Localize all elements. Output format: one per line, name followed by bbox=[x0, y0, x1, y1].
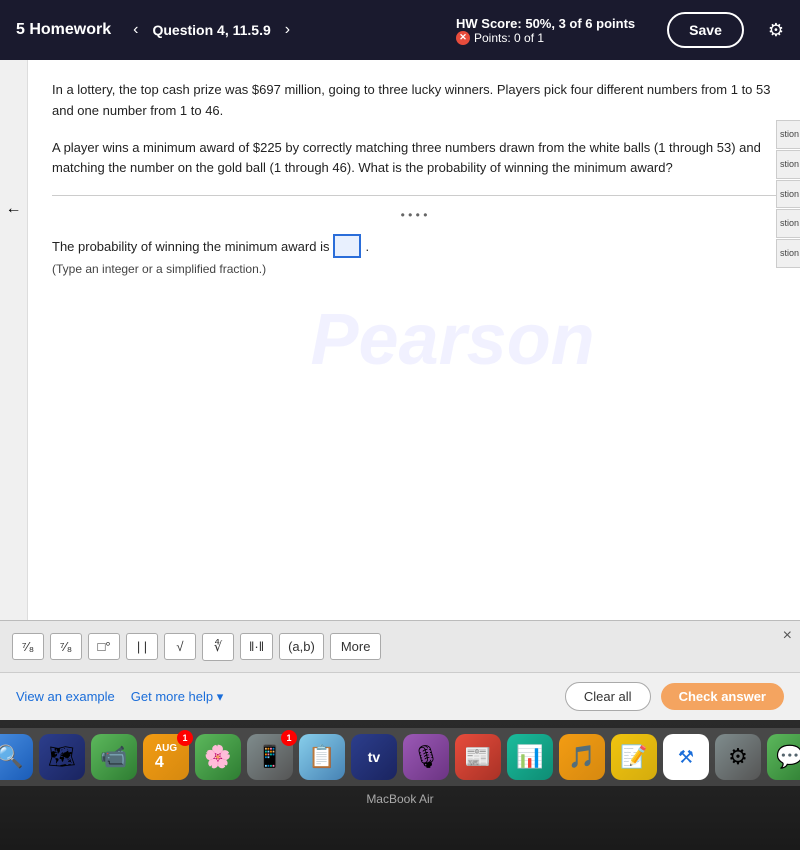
divider bbox=[52, 195, 776, 196]
view-example-link[interactable]: View an example bbox=[16, 689, 115, 704]
answer-row: The probability of winning the minimum a… bbox=[52, 234, 776, 258]
clear-all-button[interactable]: Clear all bbox=[565, 682, 651, 711]
prev-question-btn[interactable]: ‹ bbox=[127, 17, 144, 43]
problem-text-2: A player wins a minimum award of $225 by… bbox=[52, 138, 776, 180]
points-row: ✕ Points: 0 of 1 bbox=[456, 31, 635, 45]
dock-contacts-icon[interactable]: 📱 1 bbox=[247, 734, 293, 780]
points-label: Points: 0 of 1 bbox=[474, 31, 544, 45]
macbook-label: MacBook Air bbox=[366, 792, 433, 806]
dock-facetime-icon[interactable]: 📹 bbox=[91, 734, 137, 780]
check-answer-button[interactable]: Check answer bbox=[661, 683, 784, 710]
expand-dots[interactable]: • • • • bbox=[52, 208, 776, 222]
dock-maps-icon[interactable]: 🗺 bbox=[39, 734, 85, 780]
contacts-badge: 1 bbox=[281, 730, 297, 746]
nav-section: ‹ Question 4, 11.5.9 › bbox=[127, 17, 296, 43]
watermark: Pearson bbox=[311, 299, 595, 381]
save-button[interactable]: Save bbox=[667, 12, 744, 48]
bottom-right: Clear all Check answer bbox=[565, 682, 784, 711]
left-arrow-icon: ← bbox=[6, 200, 22, 218]
dock-reminders-icon[interactable]: 📋 bbox=[299, 734, 345, 780]
left-arrow-panel[interactable]: ← bbox=[0, 60, 28, 620]
close-toolbar-button[interactable]: × bbox=[783, 627, 792, 645]
period: . bbox=[365, 239, 369, 254]
points-x-icon: ✕ bbox=[456, 31, 470, 45]
hw-score: HW Score: 50%, 3 of 6 points bbox=[456, 16, 635, 31]
sqrt-button[interactable]: √ bbox=[164, 633, 196, 660]
dock-calendar-icon[interactable]: AUG4 1 bbox=[143, 734, 189, 780]
dock-appletv-icon[interactable]: tv bbox=[351, 734, 397, 780]
dock-numbers-icon[interactable]: 📊 bbox=[507, 734, 553, 780]
more-button[interactable]: More bbox=[330, 633, 382, 660]
fraction-button[interactable]: ⁷⁄₈ bbox=[12, 633, 44, 660]
answer-prefix: The probability of winning the minimum a… bbox=[52, 239, 329, 254]
top-bar: 5 Homework ‹ Question 4, 11.5.9 › HW Sco… bbox=[0, 0, 800, 60]
bottom-bar: View an example Get more help ▾ Clear al… bbox=[0, 672, 800, 720]
degree-button[interactable]: □° bbox=[88, 633, 120, 660]
side-tab-2[interactable]: stion bbox=[776, 150, 800, 179]
get-more-help-link[interactable]: Get more help ▾ bbox=[131, 689, 224, 705]
question-label: Question 4, 11.5.9 bbox=[152, 22, 270, 38]
answer-input[interactable] bbox=[333, 234, 361, 258]
math-toolbar: ⁷⁄₈ ⁷⁄₈ □° | | √ ∜ ‖·‖ (a,b) More × bbox=[0, 620, 800, 672]
calendar-badge: 1 bbox=[177, 730, 193, 746]
side-tab-5[interactable]: stion bbox=[776, 239, 800, 268]
hw-title: 5 Homework bbox=[16, 21, 111, 39]
interval-button[interactable]: (a,b) bbox=[279, 633, 324, 660]
content-area: In a lottery, the top cash prize was $69… bbox=[28, 60, 800, 620]
dock-xcode-icon[interactable]: ⚒ bbox=[663, 734, 709, 780]
dock-music-icon[interactable]: 🎵 bbox=[559, 734, 605, 780]
dock: 🔍 🗺 📹 AUG4 1 🌸 📱 1 📋 tv 🎙 📰 📊 🎵 📝 ⚒ ⚙ 💬 bbox=[0, 728, 800, 786]
mixed-fraction-button[interactable]: ⁷⁄₈ bbox=[50, 633, 82, 660]
norm-button[interactable]: ‖·‖ bbox=[240, 633, 273, 660]
next-question-btn[interactable]: › bbox=[279, 17, 296, 43]
main-content: ← In a lottery, the top cash prize was $… bbox=[0, 60, 800, 620]
dock-messages-icon[interactable]: 💬 bbox=[767, 734, 800, 780]
dock-photos-icon[interactable]: 🌸 bbox=[195, 734, 241, 780]
dock-news-icon[interactable]: 📰 bbox=[455, 734, 501, 780]
side-tabs: stion stion stion stion stion bbox=[776, 120, 800, 268]
dock-finder-icon[interactable]: 🔍 bbox=[0, 734, 33, 780]
nth-root-button[interactable]: ∜ bbox=[202, 633, 234, 661]
score-section: HW Score: 50%, 3 of 6 points ✕ Points: 0… bbox=[456, 16, 635, 45]
problem-text-1: In a lottery, the top cash prize was $69… bbox=[52, 80, 776, 122]
abs-value-button[interactable]: | | bbox=[126, 633, 158, 660]
gear-icon[interactable]: ⚙ bbox=[768, 20, 784, 41]
side-tab-1[interactable]: stion bbox=[776, 120, 800, 149]
dock-podcasts-icon[interactable]: 🎙 bbox=[403, 734, 449, 780]
macos-bar: 🔍 🗺 📹 AUG4 1 🌸 📱 1 📋 tv 🎙 📰 📊 🎵 📝 ⚒ ⚙ 💬 … bbox=[0, 720, 800, 850]
dock-settings-icon[interactable]: ⚙ bbox=[715, 734, 761, 780]
side-tab-4[interactable]: stion bbox=[776, 209, 800, 238]
type-hint: (Type an integer or a simplified fractio… bbox=[52, 262, 776, 276]
side-tab-3[interactable]: stion bbox=[776, 180, 800, 209]
dock-notes-icon[interactable]: 📝 bbox=[611, 734, 657, 780]
